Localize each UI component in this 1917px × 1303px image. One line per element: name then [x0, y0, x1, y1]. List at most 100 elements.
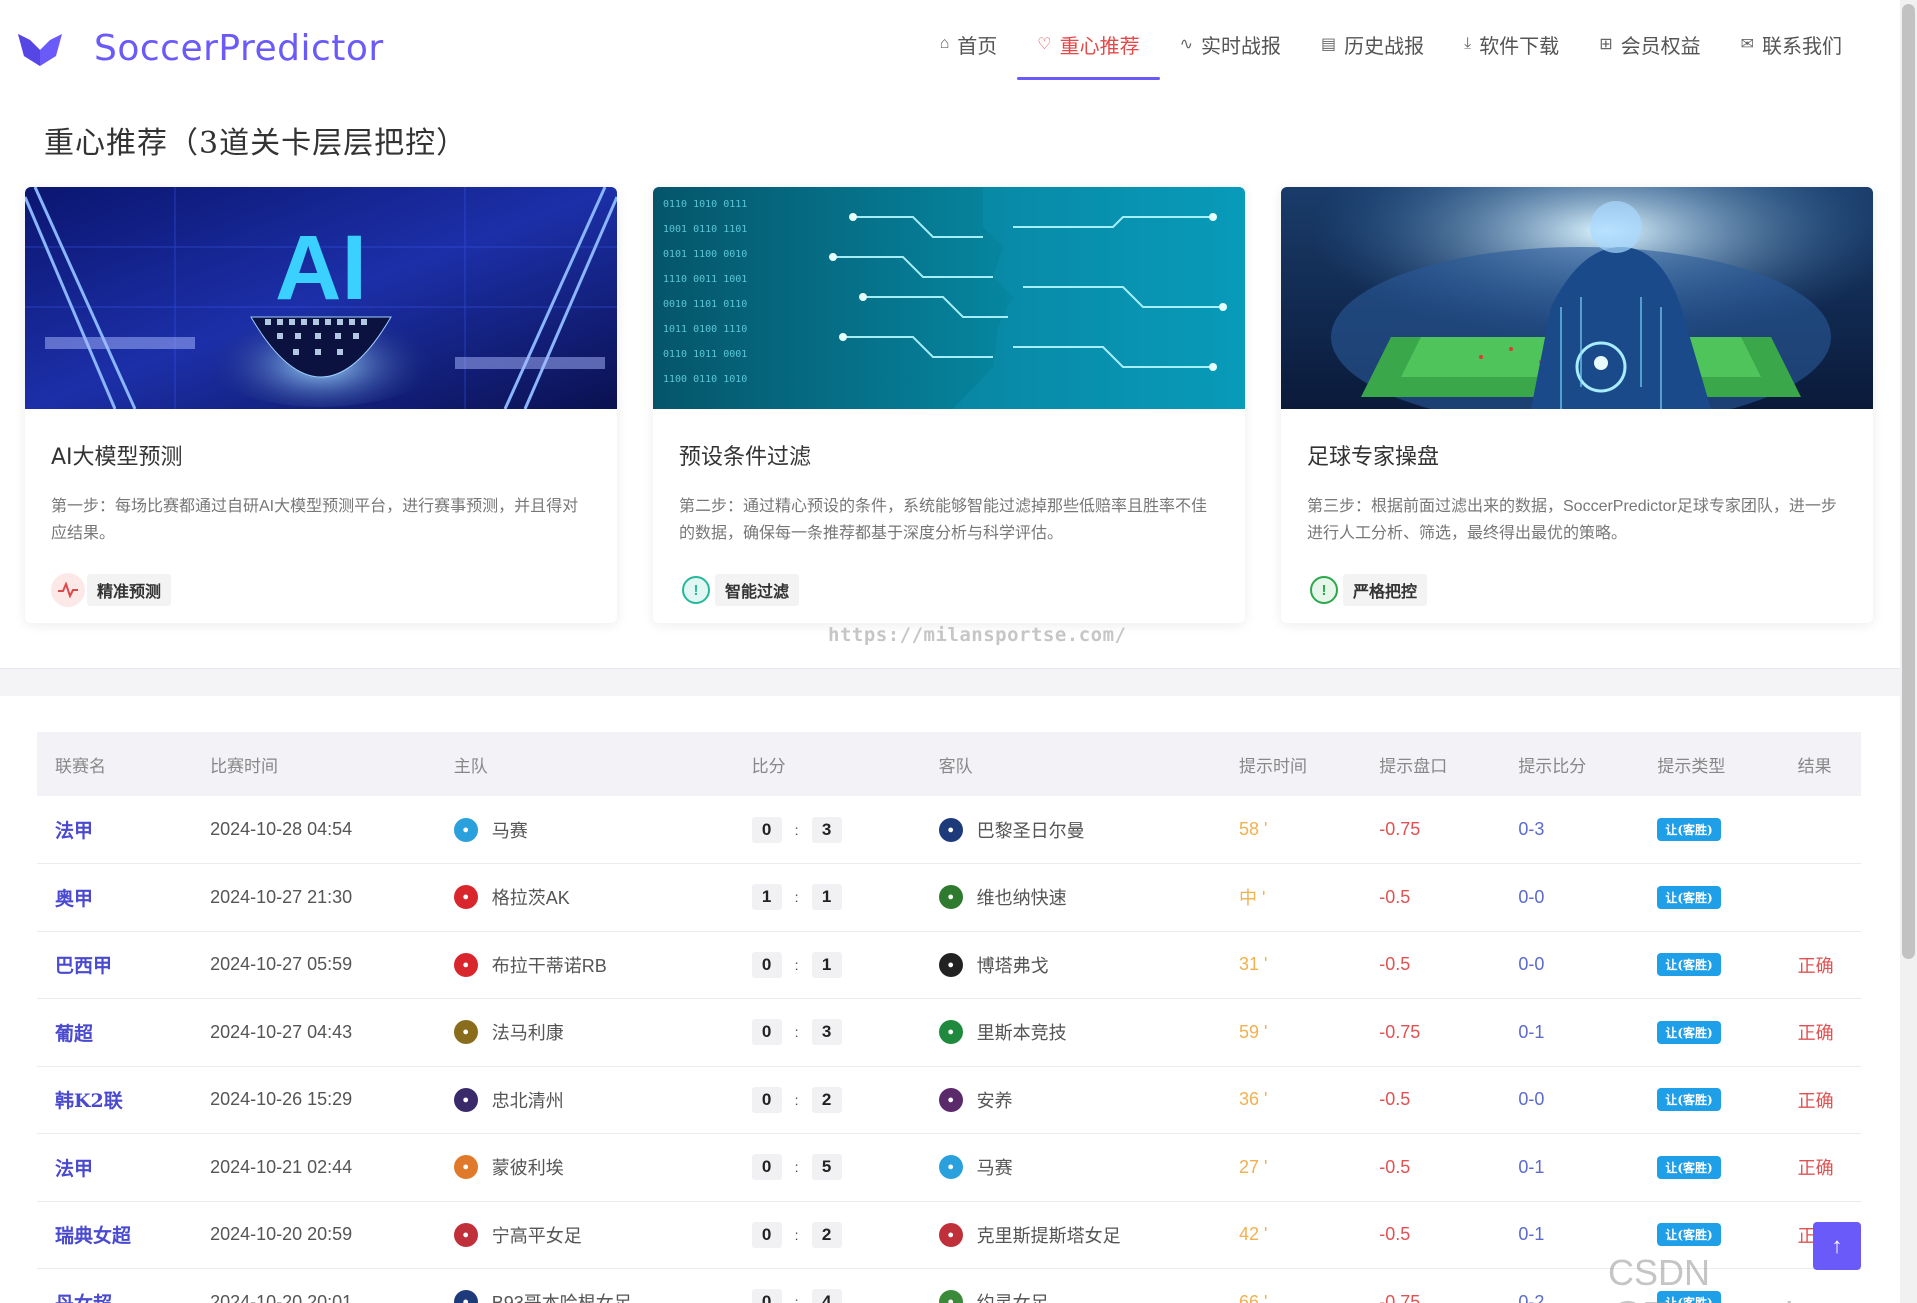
pulse-icon: ∿: [1179, 36, 1193, 53]
card-tag: ! 严格把控: [1307, 573, 1847, 607]
brand-logo[interactable]: SoccerPredictor: [16, 28, 384, 69]
result: 正确: [1797, 1090, 1834, 1112]
hint-type-badge: 让(客胜): [1657, 1020, 1721, 1044]
column-header[interactable]: 提示类型: [1639, 732, 1779, 796]
nav-item-3[interactable]: ▤ 历史战报: [1301, 24, 1444, 64]
away-team-cell: ● 克里斯提斯塔女足: [921, 1201, 1221, 1269]
table-row[interactable]: 奥甲 2024-10-27 21:30 ● 格拉茨AK 1 : 1 ● 维也纳快…: [37, 864, 1861, 932]
score-cell: 0 : 4: [734, 1269, 921, 1303]
score-cell: 0 : 3: [734, 796, 921, 864]
column-header[interactable]: 客队: [921, 732, 1221, 796]
league-name[interactable]: 巴西甲: [37, 931, 192, 999]
table-row[interactable]: 瑞典女超 2024-10-20 20:59 ● 宁高平女足 0 : 2 ● 克里…: [37, 1201, 1861, 1269]
table-row[interactable]: 葡超 2024-10-27 04:43 ● 法马利康 0 : 3 ● 里斯本竞技…: [37, 999, 1861, 1067]
away-score: 5: [811, 1154, 842, 1181]
page-title: 重心推荐（3道关卡层层把控）: [44, 126, 468, 161]
home-team-badge-icon: ●: [453, 952, 478, 977]
home-team-name: B93哥本哈根女足: [492, 1289, 632, 1303]
column-header[interactable]: 结果: [1780, 732, 1861, 796]
card-description: 第二步：通过精心预设的条件，系统能够智能过滤掉那些低赔率且胜率不佳的数据，确保每…: [679, 498, 1208, 542]
hint-type-badge: 让(客胜): [1657, 1155, 1721, 1179]
league-name[interactable]: 葡超: [37, 999, 192, 1067]
away-team-badge-icon: ●: [938, 1087, 963, 1112]
hint-type-badge: 让(客胜): [1657, 1088, 1721, 1112]
match-time: 2024-10-21 02:44: [210, 1156, 353, 1177]
logo-mark-icon: [18, 33, 62, 66]
away-team-badge-icon: ●: [938, 885, 963, 910]
svg-text:0110 1011 0001: 0110 1011 0001: [663, 349, 747, 360]
league-name[interactable]: 瑞典女超: [37, 1201, 192, 1269]
column-header[interactable]: 比赛时间: [192, 732, 436, 796]
nav-item-6[interactable]: ✉ 联系我们: [1721, 24, 1862, 64]
score-separator: :: [794, 889, 799, 906]
away-team-badge-icon: ●: [938, 1155, 963, 1180]
nav-item-1[interactable]: ♡ 重心推荐: [1017, 24, 1160, 80]
table-header-row: 联赛名 比赛时间 主队 比分 客队 提示时间 提示盘口 提示比分 提示类型 结果: [37, 732, 1861, 796]
column-header[interactable]: 主队: [436, 732, 734, 796]
away-team-cell: ● 约灵女足: [921, 1269, 1221, 1303]
score-cell: 0 : 3: [734, 999, 921, 1067]
result: 正确: [1797, 955, 1834, 977]
hint-handicap: -0.5: [1379, 1156, 1411, 1177]
column-header[interactable]: 比分: [734, 732, 921, 796]
score-cell: 0 : 1: [734, 931, 921, 999]
score-cell: 0 : 5: [734, 1134, 921, 1202]
card-condition-filter[interactable]: 0110 1010 0111 1001 0110 1101 0101 1100 0…: [653, 187, 1245, 623]
league-name[interactable]: 法甲: [37, 796, 192, 864]
home-score: 0: [751, 1019, 782, 1046]
away-team-cell: ● 马赛: [921, 1134, 1221, 1202]
league-name[interactable]: 韩K2联: [37, 1066, 192, 1134]
hint-time: 31 ': [1238, 954, 1268, 975]
home-team-name: 宁高平女足: [491, 1225, 582, 1246]
league-name[interactable]: 奥甲: [37, 864, 192, 932]
column-header[interactable]: 联赛名: [37, 732, 192, 796]
scrollbar-thumb[interactable]: [1902, 4, 1915, 959]
download-icon: ⤓: [1464, 35, 1472, 52]
card-expert-trading[interactable]: 足球专家操盘 第三步：根据前面过滤出来的数据，SoccerPredictor足球…: [1281, 187, 1873, 623]
card-ai-prediction[interactable]: AI AI大模型预测 第一步：每场比赛都通过自研AI大模型预测平台，进行赛事预测…: [25, 187, 617, 623]
table-row[interactable]: 巴西甲 2024-10-27 05:59 ● 布拉干蒂诺RB 0 : 1 ● 博…: [37, 931, 1861, 999]
vertical-scrollbar[interactable]: [1900, 0, 1917, 1303]
nav-item-4[interactable]: ⤓ 软件下载: [1444, 24, 1579, 64]
match-table: 联赛名 比赛时间 主队 比分 客队 提示时间 提示盘口 提示比分 提示类型 结果 法甲 2024-…: [37, 732, 1861, 1303]
card-description: 第三步：根据前面过滤出来的数据，SoccerPredictor足球专家团队，进一…: [1307, 498, 1837, 542]
hint-type-badge: 让(客胜): [1657, 953, 1721, 977]
away-team-badge-icon: ●: [938, 817, 963, 842]
match-time: 2024-10-20 20:59: [210, 1224, 353, 1245]
nav-label: 历史战报: [1344, 35, 1425, 58]
league-name[interactable]: 丹女超: [37, 1269, 192, 1303]
home-team-badge-icon: ●: [453, 1087, 478, 1112]
hint-type-badge: 让(客胜): [1657, 885, 1721, 909]
nav-item-5[interactable]: ⊞ 会员权益: [1579, 24, 1720, 64]
hint-score: 0-0: [1518, 1089, 1545, 1110]
table-row[interactable]: 韩K2联 2024-10-26 15:29 ● 忠北清州 0 : 2 ● 安养 …: [37, 1066, 1861, 1134]
match-time: 2024-10-26 15:29: [210, 1089, 353, 1110]
tag-label: 精准预测: [87, 574, 172, 606]
away-team-name: 安养: [976, 1090, 1013, 1111]
svg-text:0010 1101 0110: 0010 1101 0110: [663, 299, 747, 310]
mail-icon: ✉: [1740, 36, 1754, 53]
away-team-name: 博塔弗戈: [976, 955, 1049, 976]
table-row[interactable]: 丹女超 2024-10-20 20:01 ● B93哥本哈根女足 0 : 4 ●…: [37, 1269, 1861, 1303]
csdn-watermark: CSDN @Traces_ds: [1608, 1252, 1811, 1303]
score-separator: :: [794, 821, 799, 838]
hint-type-cell: 让(客胜): [1639, 999, 1779, 1067]
home-team-cell: ● 布拉干蒂诺RB: [436, 931, 734, 999]
nav-item-0[interactable]: ⌂ 首页: [920, 24, 1018, 64]
url-watermark: https://milansportse.com/: [828, 624, 1127, 646]
away-team-name: 克里斯提斯塔女足: [976, 1225, 1121, 1246]
hint-score: 0-1: [1518, 1021, 1545, 1042]
stadium-expert-image: [1281, 187, 1873, 409]
card-description: 第一步：每场比赛都通过自研AI大模型预测平台，进行赛事预测，并且得对应结果。: [51, 498, 579, 542]
table-row[interactable]: 法甲 2024-10-28 04:54 ● 马赛 0 : 3 ● 巴黎圣日尔曼 …: [37, 796, 1861, 864]
league-name[interactable]: 法甲: [37, 1134, 192, 1202]
table-row[interactable]: 法甲 2024-10-21 02:44 ● 蒙彼利埃 0 : 5 ● 马赛 27…: [37, 1134, 1861, 1202]
home-team-name: 格拉茨AK: [491, 888, 570, 909]
hint-type-cell: 让(客胜): [1639, 1134, 1779, 1202]
column-header[interactable]: 提示时间: [1221, 732, 1361, 796]
column-header[interactable]: 提示比分: [1500, 732, 1639, 796]
hint-handicap: -0.5: [1379, 1089, 1411, 1110]
hint-score: 0-3: [1518, 819, 1545, 839]
nav-item-2[interactable]: ∿ 实时战报: [1160, 24, 1301, 64]
column-header[interactable]: 提示盘口: [1361, 732, 1500, 796]
